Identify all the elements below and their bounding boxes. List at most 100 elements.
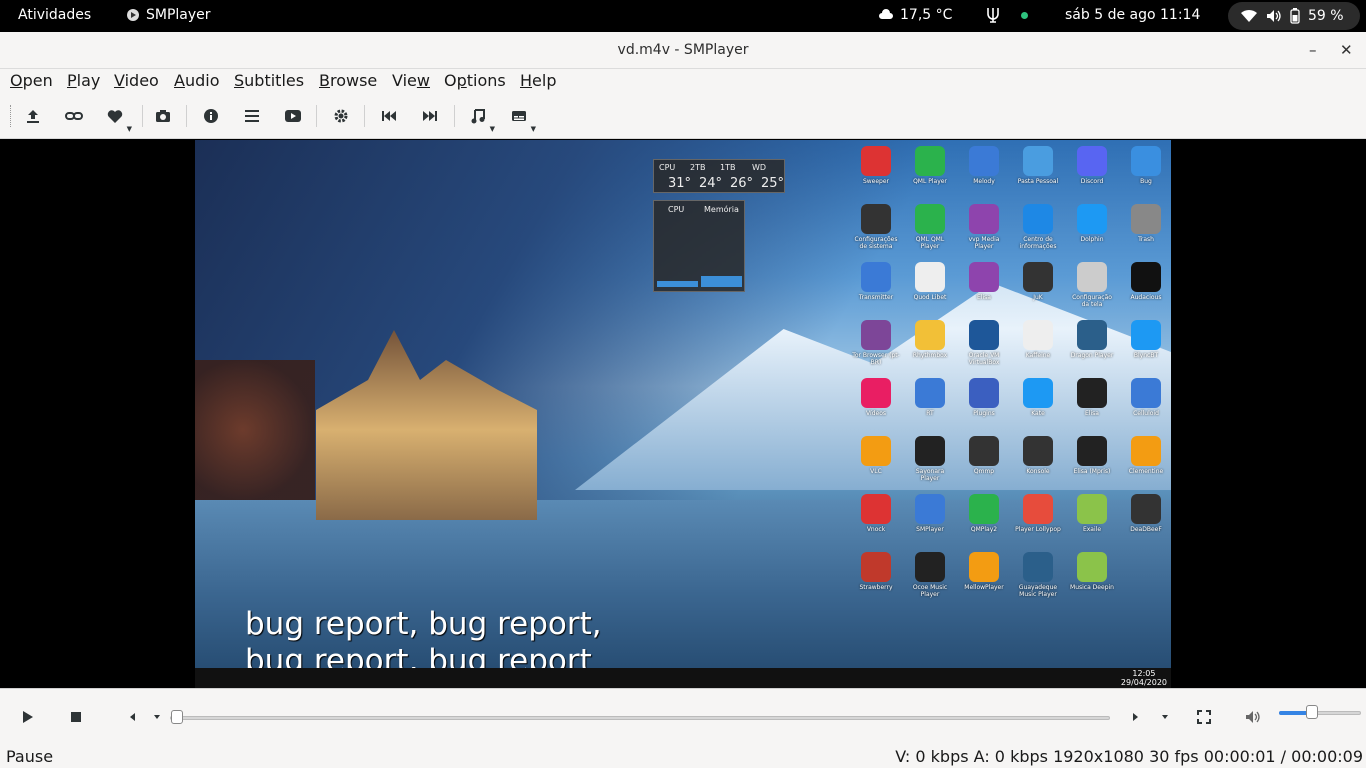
upload-icon [27,110,39,123]
heart-icon [107,109,123,123]
open-url-button[interactable] [63,105,85,127]
widget-value: 25° [761,176,785,191]
desktop-app-icon [969,204,999,234]
window-titlebar[interactable]: vd.m4v - SMPlayer – ✕ [0,32,1366,69]
weather-indicator[interactable]: 17,5 °C [878,7,952,23]
desktop-icon-label: Sweeper [862,178,890,185]
desktop-icon: Vídeos [852,378,900,417]
desktop-app-icon [1077,552,1107,582]
system-menu[interactable]: 59 % [1228,2,1360,30]
desktop-app-icon [1023,320,1053,350]
mute-button[interactable] [1241,705,1265,729]
desktop-icon-label: Sayonara Player [915,468,945,482]
menu-open[interactable]: Open [10,71,53,90]
chevron-down-icon [1162,715,1168,719]
menu-help[interactable]: Help [520,71,556,90]
app-menu[interactable]: SMPlayer [126,7,211,23]
desktop-app-icon [915,204,945,234]
desktop-app-icon [915,146,945,176]
desktop-icon-label: QML Player [913,178,947,185]
desktop-icon: Musica Deepin [1068,552,1116,591]
music-note-icon [471,109,485,124]
menu-video[interactable]: Video [114,71,159,90]
playback-controls [0,688,1366,744]
desktop-icon-label: Celluloid [1133,410,1159,417]
desktop-app-icon [1131,494,1161,524]
battery-label: 59 % [1308,8,1344,24]
toolbar-grip[interactable] [10,105,13,127]
desktop-icon-label: Dragon Player [1070,352,1114,359]
screenshot-button[interactable] [152,105,174,127]
temperature-label: 17,5 °C [900,7,953,23]
desktop-app-icon [1023,436,1053,466]
desktop-icon: RT [906,378,954,417]
previous-button[interactable] [378,105,400,127]
activities-button[interactable]: Atividades [18,7,91,23]
menu-options[interactable]: Options [444,71,506,90]
desktop-app-icon [915,436,945,466]
seek-slider[interactable] [170,716,1110,720]
close-button[interactable]: ✕ [1340,32,1353,69]
desktop-icon: Sweeper [852,146,900,185]
minimize-button[interactable]: – [1309,32,1317,69]
clock[interactable]: sáb 5 de ago 11:14 [1065,7,1200,23]
extension-icon[interactable] [985,6,1001,28]
menu-view[interactable]: View [392,71,430,90]
desktop-icon: Melody [960,146,1008,185]
subtitle-track-button[interactable]: ▼ [508,105,536,133]
desktop-app-icon [915,378,945,408]
desktop-app-icon [1131,204,1161,234]
rewind-button[interactable] [120,705,144,729]
video-frame[interactable]: CPU 2TB 1TB WD 31° 24° 26° 25° CPU Memór… [195,140,1171,688]
open-file-button[interactable] [22,105,44,127]
fullscreen-button[interactable] [1192,705,1216,729]
desktop-icon-label: DeaDBeeF [1130,526,1162,533]
toolbar: ▼ ▼ ▼ [0,93,1366,139]
desktop-icon-label: QMPlay2 [970,526,998,533]
playlist-button[interactable] [241,105,263,127]
menu-subtitles[interactable]: Subtitles [234,71,304,90]
menu-play[interactable]: Play [67,71,100,90]
volume-icon [1246,711,1260,723]
desktop-app-icon [915,552,945,582]
menu-browse[interactable]: Browse [319,71,377,90]
desktop-icon: JuK [1014,262,1062,301]
seek-slider-handle[interactable] [171,710,183,724]
dropdown-arrow-icon: ▼ [530,125,536,133]
forward-button[interactable] [1124,705,1148,729]
desktop-icon: Player Lollypop [1014,494,1062,533]
desktop-app-icon [969,320,999,350]
widget-value: 26° [730,176,754,191]
desktop-icon-label: Player Lollypop [1015,526,1061,533]
next-button[interactable] [419,105,441,127]
favorites-button[interactable]: ▼ [104,105,132,133]
desktop-icon-label: Oracle VM VirtualBox [968,352,1000,366]
desktop-app-icon [969,262,999,292]
desktop-icon: Elisa [960,262,1008,301]
video-taskbar-clock: 12:05 29/04/2020 [1121,669,1167,687]
video-trees [195,360,315,500]
desktop-icon-label: Musica Deepin [1070,584,1114,591]
desktop-icon: Configurações de sistema [852,204,900,250]
desktop-icon: QMPlay2 [960,494,1008,533]
info-button[interactable] [200,105,222,127]
desktop-icon: Trash [1122,204,1170,243]
widget-value: 31° [668,176,692,191]
audio-track-button[interactable]: ▼ [467,105,495,133]
desktop-icon: Centro de informações [1014,204,1062,250]
menu-audio[interactable]: Audio [174,71,219,90]
play-button[interactable] [16,705,40,729]
memory-usage-bar [701,276,742,287]
desktop-icon-label: Kate [1031,410,1045,417]
volume-slider-handle[interactable] [1306,705,1318,719]
stop-button[interactable] [64,705,88,729]
desktop-icon-label: Kaffeine [1025,352,1051,359]
desktop-icon: Ocoe Music Player [906,552,954,598]
rewind-menu-button[interactable] [150,705,164,729]
youtube-button[interactable] [282,105,304,127]
video-area[interactable]: CPU 2TB 1TB WD 31° 24° 26° 25° CPU Memór… [0,140,1366,688]
desktop-icon-label: Dolphin [1080,236,1104,243]
preferences-button[interactable] [330,105,352,127]
desktop-app-icon [861,146,891,176]
forward-menu-button[interactable] [1158,705,1172,729]
